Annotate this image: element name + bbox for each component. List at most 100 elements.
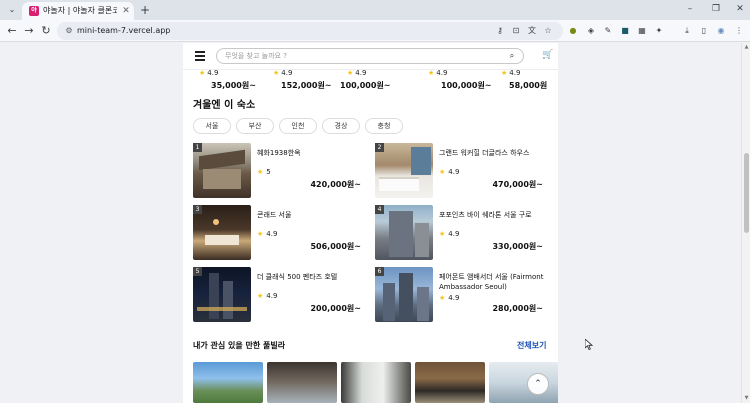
region-chip-busan[interactable]: 부산: [236, 118, 274, 134]
browser-tab-strip: ⌄ 야 야놀자 | 야놀자 클론코딩 사이 ✕ + – ❐ ✕: [0, 0, 750, 20]
rank-badge: 5: [193, 267, 202, 276]
page-viewport: 무엇을 찾고 놀까요 ? ⌕ 🛒 ★ 4.9 35,000원~ ★ 4.9 152,…: [0, 43, 741, 403]
accommodation-card[interactable]: 5 더 클래식 500 펜타즈 호텔 ★ 4.9 200,000원~: [193, 267, 371, 323]
star-icon: ★: [347, 69, 354, 77]
accommodation-card[interactable]: 2 그랜드 워커힐 더글라스 하우스 ★ 4.9 470,000원~: [375, 143, 553, 199]
accommodation-name: 혜화1938한옥: [257, 149, 301, 157]
accommodation-name: 더 클래식 500 펜타즈 호텔: [257, 273, 338, 281]
mouse-cursor-icon: [585, 339, 593, 350]
reload-icon[interactable]: ↻: [39, 24, 53, 38]
url-text: mini-team-7.vercel.app: [77, 26, 171, 35]
list-item[interactable]: ★ 4.9 35,000원~: [199, 69, 269, 95]
cart-icon[interactable]: 🛒: [542, 50, 553, 61]
list-item[interactable]: ★ 4.9 100,000원~: [340, 69, 427, 95]
rank-badge: 4: [375, 205, 384, 214]
accommodation-card[interactable]: 3 콘래드 서울 ★ 4.9 506,000원~: [193, 205, 371, 261]
list-item[interactable]: ★ 4.9 58,000원: [501, 69, 558, 95]
install-app-icon[interactable]: ⊡: [510, 25, 522, 37]
accommodation-name: 페어몬트 앰배서더 서울 (Fairmont Ambassador Seoul): [439, 273, 544, 291]
extension-icon[interactable]: ●: [567, 25, 579, 37]
section-title: 내가 관심 있을 만한 풀빌라: [193, 341, 286, 350]
villa-photo[interactable]: [267, 362, 337, 403]
accommodation-card[interactable]: 6 페어몬트 앰배서더 서울 (Fairmont Ambassador Seou…: [375, 267, 553, 323]
region-chip-incheon[interactable]: 인천: [279, 118, 317, 134]
price: 420,000원~: [310, 180, 361, 189]
region-chip-chungcheong[interactable]: 충청: [365, 118, 403, 134]
forward-arrow-icon[interactable]: →: [22, 24, 36, 38]
villa-photo[interactable]: [341, 362, 411, 403]
profile-avatar-icon[interactable]: ◉: [715, 25, 727, 37]
price: 100,000원~: [441, 81, 492, 90]
scroll-down-arrow-icon[interactable]: ▼: [742, 394, 750, 403]
star-icon: ★: [257, 168, 264, 176]
rank-badge: 2: [375, 143, 384, 152]
search-icon[interactable]: ⌕: [506, 51, 518, 61]
rank-badge: 6: [375, 267, 384, 276]
rating: ★ 4.9: [439, 168, 460, 176]
search-placeholder: 무엇을 찾고 놀까요 ?: [225, 52, 287, 60]
translate-icon[interactable]: 文: [526, 25, 538, 37]
page-scrollbar[interactable]: ▲ ▼: [741, 43, 750, 403]
rating: ★ 4.9: [273, 69, 293, 77]
price: 506,000원~: [310, 242, 361, 251]
tab-close-icon[interactable]: ✕: [121, 5, 131, 17]
rating: ★ 4.9: [439, 230, 460, 238]
accommodation-name: 콘래드 서울: [257, 211, 292, 219]
scroll-up-arrow-icon[interactable]: ▲: [742, 43, 750, 52]
browser-toolbar: ← → ↻ ⚙ mini-team-7.vercel.app ⚷ ⊡ 文 ☆ ●…: [0, 20, 750, 42]
list-item[interactable]: ★ 4.9 100,000원~: [428, 69, 508, 95]
star-icon: ★: [257, 230, 264, 238]
extension-icon[interactable]: ◈: [585, 25, 597, 37]
window-close-icon[interactable]: ✕: [733, 2, 747, 16]
side-panel-icon[interactable]: ▯: [698, 25, 710, 37]
new-tab-plus-icon[interactable]: +: [139, 3, 151, 17]
rank-badge: 1: [193, 143, 202, 152]
browser-tab[interactable]: 야 야놀자 | 야놀자 클론코딩 사이 ✕: [22, 2, 134, 20]
rank-badge: 3: [193, 205, 202, 214]
extension-icon[interactable]: ■: [619, 25, 631, 37]
back-arrow-icon[interactable]: ←: [5, 24, 19, 38]
star-icon: ★: [428, 69, 435, 77]
rating: ★ 4.9: [257, 292, 278, 300]
download-icon[interactable]: ⤓: [681, 25, 693, 37]
minimize-icon[interactable]: –: [683, 2, 697, 16]
more-menu-icon[interactable]: ⋮: [733, 25, 745, 37]
see-all-link[interactable]: 전체보기: [517, 341, 546, 351]
accommodation-card[interactable]: 1 혜화1938한옥 ★ 5 420,000원~: [193, 143, 371, 199]
rating: ★ 5: [257, 168, 271, 176]
app-container: 무엇을 찾고 놀까요 ? ⌕ 🛒 ★ 4.9 35,000원~ ★ 4.9 152,…: [183, 43, 558, 403]
search-input[interactable]: 무엇을 찾고 놀까요 ? ⌕: [216, 48, 524, 64]
rating: ★ 4.9: [428, 69, 448, 77]
address-bar[interactable]: ⚙ mini-team-7.vercel.app ⚷ ⊡ 文 ☆: [57, 22, 563, 40]
star-icon: ★: [273, 69, 280, 77]
accommodation-name: 포포인츠 바이 쉐라톤 서울 구로: [439, 211, 532, 219]
price: 280,000원~: [492, 304, 543, 313]
price: 35,000원~: [211, 81, 256, 90]
rating: ★ 4.9: [257, 230, 278, 238]
rating: ★ 4.9: [439, 294, 460, 302]
rating: ★ 4.9: [347, 69, 367, 77]
site-info-icon[interactable]: ⚙: [63, 25, 75, 37]
star-icon: ★: [439, 294, 446, 302]
hamburger-menu-icon[interactable]: [195, 51, 207, 61]
pen-extension-icon[interactable]: ✎: [602, 25, 614, 37]
tab-search-icon[interactable]: ⌄: [6, 4, 18, 16]
extension-icon[interactable]: ▦: [636, 25, 648, 37]
villa-photo[interactable]: [193, 362, 263, 403]
star-icon: ★: [257, 292, 264, 300]
scrollbar-thumb[interactable]: [744, 153, 749, 233]
price: 330,000원~: [492, 242, 543, 251]
tab-title: 야놀자 | 야놀자 클론코딩 사이: [43, 6, 117, 15]
region-chip-seoul[interactable]: 서울: [193, 118, 231, 134]
restore-icon[interactable]: ❐: [709, 2, 723, 16]
region-chip-gyeongsang[interactable]: 경상: [322, 118, 360, 134]
price: 470,000원~: [492, 180, 543, 189]
villa-photo[interactable]: [415, 362, 485, 403]
key-icon[interactable]: ⚷: [494, 25, 506, 37]
bookmark-star-icon[interactable]: ☆: [542, 25, 554, 37]
price: 200,000원~: [310, 304, 361, 313]
price: 58,000원: [509, 81, 548, 90]
extensions-puzzle-icon[interactable]: ✦: [653, 25, 665, 37]
scroll-to-top-button[interactable]: ⌃: [527, 373, 549, 395]
accommodation-card[interactable]: 4 포포인츠 바이 쉐라톤 서울 구로 ★ 4.9 330,000원~: [375, 205, 553, 261]
